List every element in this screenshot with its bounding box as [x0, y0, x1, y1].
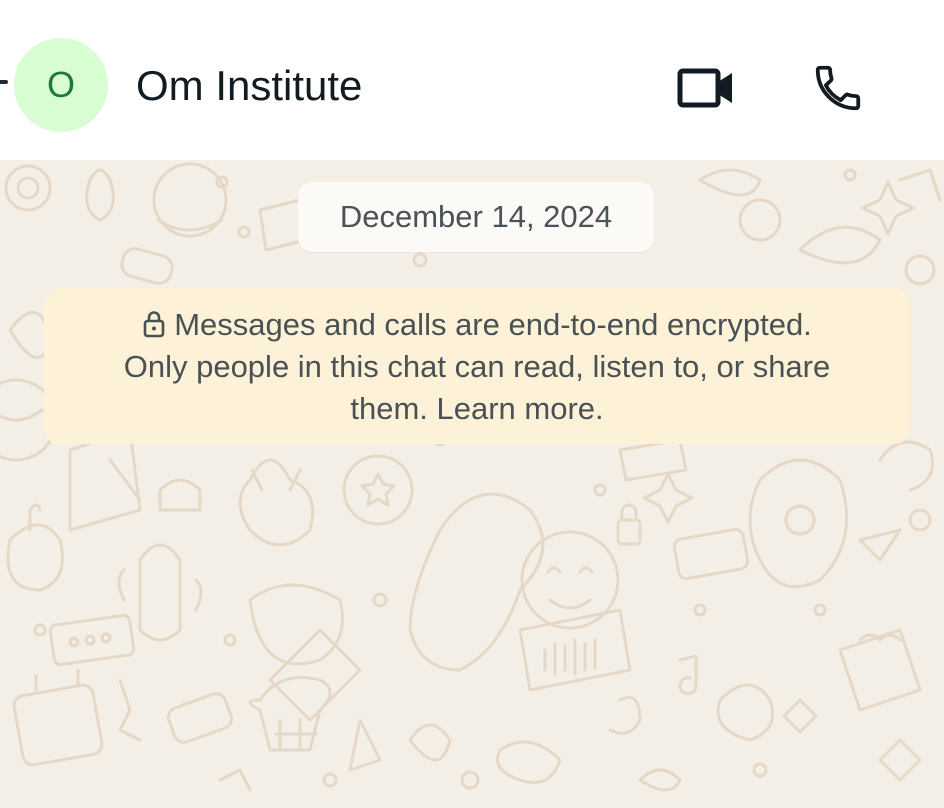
encryption-notice-line-3: them. Learn more.	[350, 391, 604, 426]
date-separator: December 14, 2024	[298, 182, 654, 252]
lock-icon	[143, 311, 165, 338]
encryption-notice-line-1: Messages and calls are end-to-end encryp…	[64, 304, 890, 346]
encryption-notice[interactable]: Messages and calls are end-to-end encryp…	[44, 288, 910, 444]
video-call-button[interactable]	[674, 56, 738, 120]
avatar[interactable]: O	[14, 38, 108, 132]
avatar-letter: O	[46, 64, 75, 105]
encryption-notice-line-2: Only people in this chat can read, liste…	[123, 349, 831, 384]
chat-wallpaper	[0, 162, 942, 792]
voice-call-button[interactable]	[806, 56, 870, 120]
encryption-notice-text-1: Messages and calls are end-to-end encryp…	[174, 307, 812, 342]
chat-screen: O Om Institute December 14, 2024 Message…	[0, 0, 944, 808]
contact-name[interactable]: Om Institute	[136, 62, 362, 110]
back-arrow-icon[interactable]	[0, 80, 8, 84]
video-camera-icon	[677, 68, 732, 108]
phone-icon	[815, 65, 861, 111]
chat-header: O Om Institute	[0, 0, 944, 160]
